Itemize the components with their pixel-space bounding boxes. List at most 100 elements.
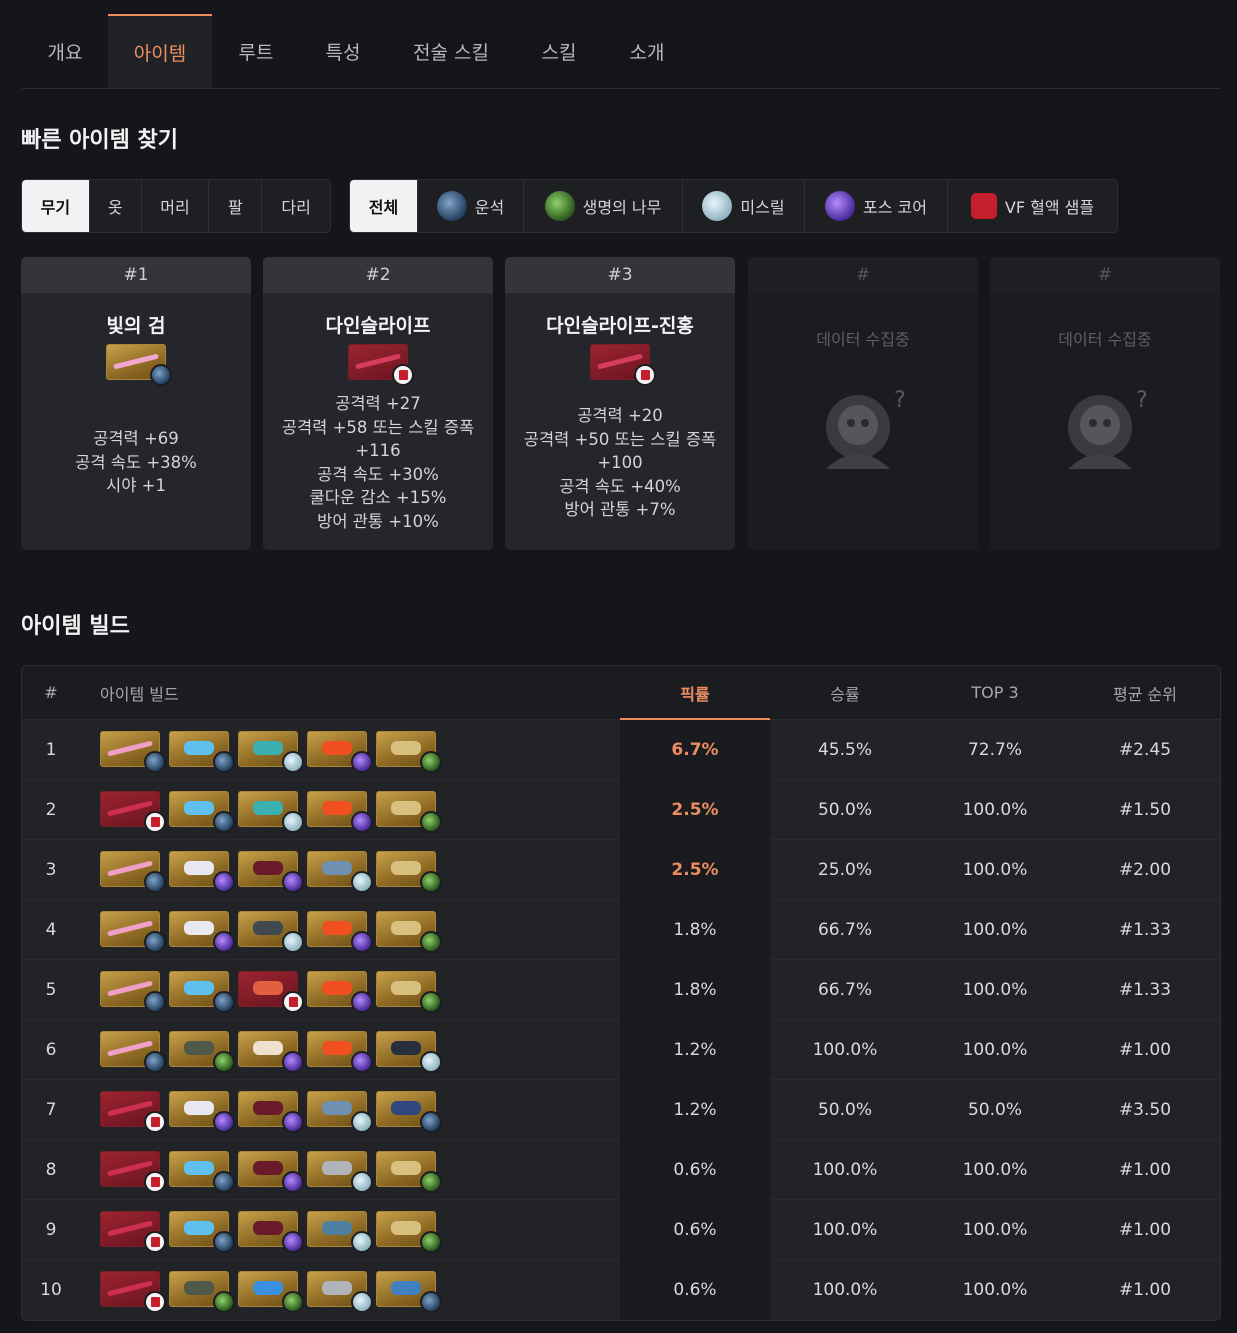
item-icon[interactable]: [376, 851, 442, 893]
table-row[interactable]: 10 0.6% 100.0% 100.0% #1.00: [22, 1260, 1220, 1320]
item-icon[interactable]: [100, 911, 166, 953]
tab-items[interactable]: 아이템: [108, 14, 212, 88]
item-icon[interactable]: [100, 971, 166, 1013]
item-icon[interactable]: [169, 791, 235, 833]
slot-arm-button[interactable]: 팔: [209, 180, 263, 232]
material-badge-icon: [351, 871, 373, 893]
item-icon[interactable]: [100, 1211, 166, 1253]
slot-weapon-button[interactable]: 무기: [22, 180, 90, 232]
material-vf-button[interactable]: VF 혈액 샘플: [948, 180, 1117, 232]
col-top3[interactable]: TOP 3: [920, 683, 1070, 702]
top-item-card-2[interactable]: #2 다인슬라이프 공격력 +27 공격력 +58 또는 스킬 증폭 +116 …: [263, 257, 493, 550]
item-icon[interactable]: [307, 911, 373, 953]
tab-overview[interactable]: 개요: [22, 14, 108, 88]
item-name: 다인슬라이프: [325, 315, 431, 337]
item-icon[interactable]: [169, 731, 235, 773]
item-builds-title: 아이템 빌드: [21, 614, 130, 639]
table-row[interactable]: 8 0.6% 100.0% 100.0% #1.00: [22, 1140, 1220, 1200]
row-rank: 10: [40, 1280, 62, 1300]
material-meteorite-button[interactable]: 운석: [418, 180, 524, 232]
item-icon[interactable]: [169, 1211, 235, 1253]
item-icon[interactable]: [307, 1151, 373, 1193]
item-icon[interactable]: [307, 1031, 373, 1073]
table-row[interactable]: 7 1.2% 50.0% 50.0% #3.50: [22, 1080, 1220, 1140]
material-mithril-button[interactable]: 미스릴: [683, 180, 805, 232]
item-icon[interactable]: [238, 731, 304, 773]
item-icon[interactable]: [100, 1031, 166, 1073]
item-icon[interactable]: [238, 911, 304, 953]
item-icon[interactable]: [376, 971, 442, 1013]
material-force-core-button[interactable]: 포스 코어: [805, 180, 948, 232]
item-icon[interactable]: [169, 1031, 235, 1073]
material-vf-label: VF 혈액 샘플: [1004, 198, 1095, 217]
item-icon[interactable]: [169, 1271, 235, 1313]
top-item-card-1[interactable]: #1 빛의 검 공격력 +69 공격 속도 +38% 시야 +1: [21, 257, 251, 550]
material-badge-icon: [420, 811, 442, 833]
item-icon[interactable]: [169, 1091, 235, 1133]
card-rank: #: [748, 257, 978, 293]
slot-leg-button[interactable]: 다리: [262, 180, 330, 232]
tab-tactical-skill[interactable]: 전술 스킬: [386, 14, 516, 88]
slot-clothes-button[interactable]: 옷: [90, 180, 142, 232]
item-icon[interactable]: [376, 1091, 442, 1133]
col-win-rate[interactable]: 승률: [770, 681, 920, 705]
item-icon[interactable]: [100, 1091, 166, 1133]
table-row[interactable]: 4 1.8% 66.7% 100.0% #1.33: [22, 900, 1220, 960]
item-icon[interactable]: [376, 1271, 442, 1313]
material-badge-icon: [144, 751, 166, 773]
item-icon[interactable]: [238, 1271, 304, 1313]
item-icon[interactable]: [238, 971, 304, 1013]
item-icon[interactable]: [307, 791, 373, 833]
item-icon[interactable]: [238, 851, 304, 893]
item-icon[interactable]: [100, 1271, 166, 1313]
item-icon[interactable]: [100, 791, 166, 833]
item-icon[interactable]: [169, 911, 235, 953]
item-icon[interactable]: [238, 1031, 304, 1073]
table-row[interactable]: 3 2.5% 25.0% 100.0% #2.00: [22, 840, 1220, 900]
item-icon[interactable]: [307, 731, 373, 773]
table-row[interactable]: 9 0.6% 100.0% 100.0% #1.00: [22, 1200, 1220, 1260]
item-icon[interactable]: [238, 791, 304, 833]
item-icon[interactable]: [100, 851, 166, 893]
row-pick-rate: 0.6%: [620, 1260, 770, 1320]
table-row[interactable]: 5 1.8% 66.7% 100.0% #1.33: [22, 960, 1220, 1020]
item-icon[interactable]: [307, 971, 373, 1013]
row-top3: 50.0%: [967, 1100, 1022, 1120]
col-pick-rate[interactable]: 픽률: [620, 681, 770, 705]
item-icon[interactable]: [307, 1091, 373, 1133]
item-icon[interactable]: [100, 731, 166, 773]
table-row[interactable]: 6 1.2% 100.0% 100.0% #1.00: [22, 1020, 1220, 1080]
item-icon[interactable]: [307, 1271, 373, 1313]
item-icon[interactable]: [238, 1211, 304, 1253]
tab-route[interactable]: 루트: [212, 14, 300, 88]
tab-skills[interactable]: 스킬: [516, 14, 602, 88]
row-top3: 100.0%: [962, 1160, 1028, 1180]
item-icon[interactable]: [376, 731, 442, 773]
material-badge-icon: [282, 1111, 304, 1133]
item-icon[interactable]: [100, 1151, 166, 1193]
item-icon[interactable]: [169, 1151, 235, 1193]
item-icon[interactable]: [169, 971, 235, 1013]
item-icon[interactable]: [376, 1151, 442, 1193]
col-avg-rank[interactable]: 평균 순위: [1070, 681, 1220, 705]
material-tree-button[interactable]: 생명의 나무: [524, 180, 683, 232]
table-row[interactable]: 1 6.7% 45.5% 72.7% #2.45: [22, 720, 1220, 780]
slot-head-button[interactable]: 머리: [142, 180, 210, 232]
material-badge-icon: [351, 1051, 373, 1073]
item-icon[interactable]: [169, 851, 235, 893]
item-icon[interactable]: [238, 1151, 304, 1193]
row-avg-rank: #1.00: [1118, 1280, 1172, 1300]
item-icon[interactable]: [376, 911, 442, 953]
material-all-button[interactable]: 전체: [350, 180, 418, 232]
item-icon[interactable]: [238, 1091, 304, 1133]
tab-intro[interactable]: 소개: [602, 14, 692, 88]
item-icon[interactable]: [376, 1031, 442, 1073]
item-icon[interactable]: [376, 1211, 442, 1253]
item-icon[interactable]: [307, 851, 373, 893]
top-item-card-3[interactable]: #3 다인슬라이프-진홍 공격력 +20 공격력 +50 또는 스킬 증폭 +1…: [505, 257, 735, 550]
row-avg-rank: #1.33: [1118, 920, 1172, 940]
item-icon[interactable]: [376, 791, 442, 833]
item-icon[interactable]: [307, 1211, 373, 1253]
table-row[interactable]: 2 2.5% 50.0% 100.0% #1.50: [22, 780, 1220, 840]
tab-traits[interactable]: 특성: [300, 14, 386, 88]
